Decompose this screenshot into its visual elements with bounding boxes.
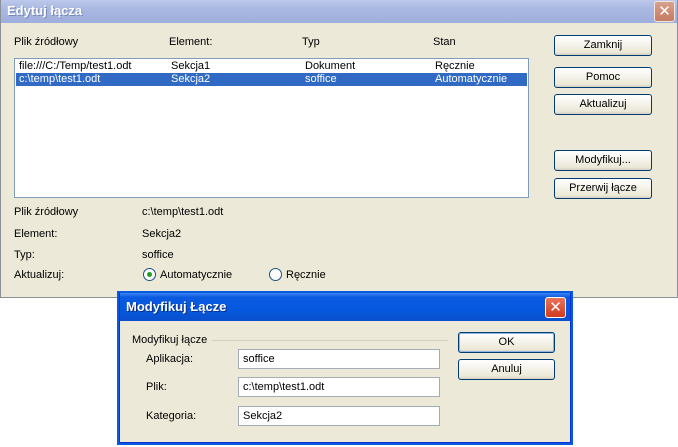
manual-update-radio[interactable] — [269, 268, 282, 281]
window-title: Edytuj łącza — [1, 0, 677, 23]
close-button[interactable]: Zamknij — [554, 35, 652, 56]
row-status: Automatycznie — [435, 73, 508, 85]
application-label: Aplikacja: — [146, 353, 194, 365]
manual-update-label[interactable]: Ręcznie — [286, 269, 326, 281]
file-label: Plik: — [146, 381, 167, 393]
modify-link-dialog: Modyfikuj Łącze ✕ Modyfikuj łącze Aplika… — [119, 293, 571, 443]
modify-link-group: Modyfikuj łącze Aplikacja: soffice Plik:… — [128, 332, 450, 437]
close-window-button[interactable]: ✕ — [654, 1, 675, 22]
source-value: c:\temp\test1.odt — [142, 206, 224, 218]
group-label: Modyfikuj łącze — [132, 334, 208, 346]
dialog-close-button[interactable]: ✕ — [545, 297, 566, 318]
row-status: Ręcznie — [435, 60, 475, 72]
source-label: Plik źródłowy — [14, 206, 79, 218]
category-input[interactable]: Sekcja2 — [238, 406, 440, 426]
column-header-source[interactable]: Plik źródłowy — [14, 36, 78, 48]
type-label: Typ: — [14, 249, 35, 261]
row-element: Sekcja1 — [171, 60, 211, 72]
links-list[interactable]: file:///C:/Temp/test1.odt Sekcja1 Dokume… — [14, 58, 529, 198]
category-label: Kategoria: — [146, 410, 197, 422]
row-type: Dokument — [305, 60, 356, 72]
close-icon: ✕ — [549, 298, 562, 316]
row-source: file:///C:/Temp/test1.odt — [19, 60, 132, 72]
column-header-type[interactable]: Typ — [302, 36, 320, 48]
edit-links-window: Edytuj łącza ✕ Plik źródłowy Element: Ty… — [0, 0, 678, 298]
modify-button[interactable]: Modyfikuj... — [554, 150, 652, 171]
update-button[interactable]: Aktualizuj — [554, 94, 652, 115]
column-header-status[interactable]: Stan — [433, 36, 456, 48]
row-element: Sekcja2 — [171, 73, 211, 85]
application-input[interactable]: soffice — [238, 349, 440, 369]
table-row[interactable]: file:///C:/Temp/test1.odt Sekcja1 Dokume… — [16, 60, 527, 73]
break-link-button[interactable]: Przerwij łącze — [554, 178, 652, 199]
type-value: soffice — [142, 249, 174, 261]
update-mode-label: Aktualizuj: — [14, 269, 65, 281]
close-icon: ✕ — [658, 2, 671, 20]
row-source: c:\temp\test1.odt — [19, 73, 101, 85]
auto-update-radio[interactable] — [143, 268, 156, 281]
element-label: Element: — [14, 228, 58, 240]
column-header-element[interactable]: Element: — [169, 36, 212, 48]
auto-update-label[interactable]: Automatycznie — [160, 269, 232, 281]
cancel-button[interactable]: Anuluj — [458, 359, 555, 380]
element-value: Sekcja2 — [142, 228, 182, 240]
group-divider — [212, 340, 448, 341]
file-input[interactable]: c:\temp\test1.odt — [238, 377, 440, 397]
row-type: soffice — [305, 73, 337, 85]
ok-button[interactable]: OK — [458, 332, 555, 353]
table-row-selected[interactable]: c:\temp\test1.odt Sekcja2 soffice Automa… — [16, 73, 527, 86]
dialog-title: Modyfikuj Łącze — [120, 293, 570, 321]
help-button[interactable]: Pomoc — [554, 67, 652, 88]
